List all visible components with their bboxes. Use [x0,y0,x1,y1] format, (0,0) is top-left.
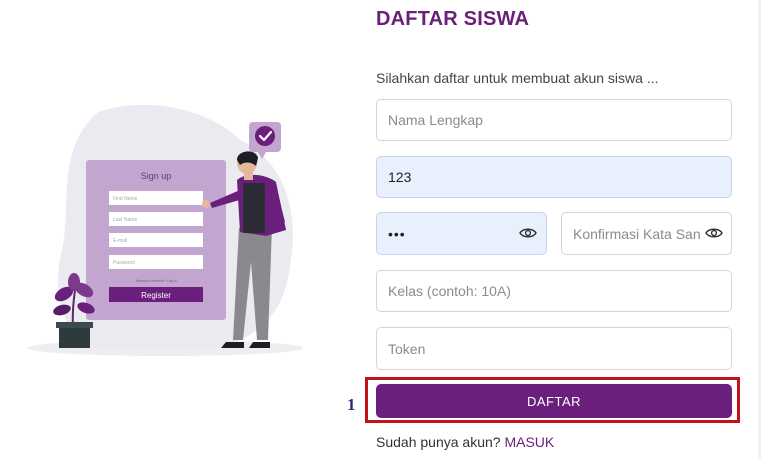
card-field: Password [113,260,135,266]
nis-input[interactable] [376,156,732,198]
login-prompt: Sudah punya akun? MASUK [376,434,554,450]
page-title: DAFTAR SISWA [376,8,530,30]
card-field: First Name [113,196,138,202]
token-input[interactable] [376,327,732,370]
page-subtitle: Silahkan daftar untuk membuat akun siswa… [376,70,659,86]
login-prompt-text: Sudah punya akun? [376,434,505,450]
class-input[interactable] [376,270,732,312]
signup-card-title: Sign up [141,171,172,181]
card-note: Already a member? Log in [135,279,176,283]
card-register-label: Register [141,291,171,300]
annotation-marker: 1 [347,395,356,414]
highlight-box [365,377,740,423]
full-name-input[interactable] [376,99,732,141]
login-link[interactable]: MASUK [504,434,554,450]
eye-icon[interactable] [519,226,537,240]
card-field: Last Name [113,217,137,223]
check-icon [255,126,275,146]
card-field: E-mail [113,238,127,244]
eye-icon[interactable] [705,226,723,240]
signup-illustration: Sign up First Name Last Name E-mail Pass… [27,104,303,356]
